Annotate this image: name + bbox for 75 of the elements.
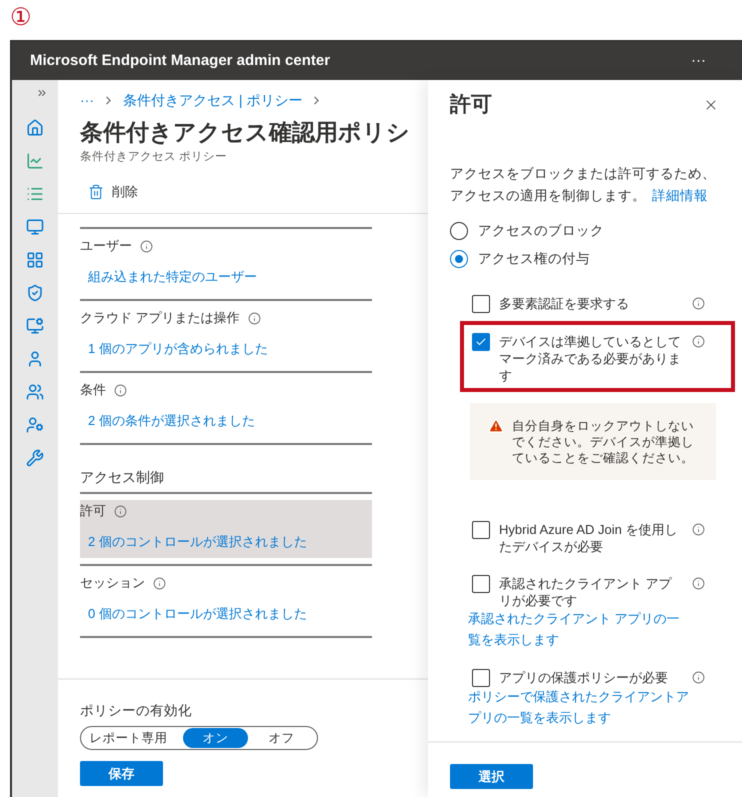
field-label: クラウド アプリまたは操作 [80, 309, 240, 327]
checkbox[interactable] [472, 669, 490, 687]
field-link[interactable]: 1 個のアプリが含められました [88, 339, 268, 359]
option-label: デバイスは準拠しているとしてマーク済みである必要があります [499, 333, 682, 384]
shield-icon[interactable] [26, 284, 44, 302]
tools-icon[interactable] [26, 449, 44, 467]
field-label: 許可 [80, 502, 106, 520]
field-label: セッション [80, 574, 145, 592]
option-link[interactable]: ポリシーで保護されたクライアントアプリの一覧を表示します [468, 686, 690, 728]
info-icon[interactable] [114, 384, 127, 396]
chart-icon[interactable] [26, 152, 44, 170]
field-link[interactable]: 組み込まれた特定のユーザー [88, 267, 257, 287]
page-subtitle: 条件付きアクセス ポリシー [80, 150, 228, 165]
breadcrumb-link[interactable]: 条件付きアクセス | ポリシー [123, 90, 302, 110]
info-icon[interactable] [692, 671, 705, 684]
info-icon[interactable] [692, 297, 705, 310]
field-link[interactable]: 0 個のコントロールが選択されました [88, 604, 307, 624]
check-icon [475, 336, 487, 348]
info-icon[interactable] [692, 577, 705, 590]
more-button[interactable]: ··· [691, 50, 706, 72]
step-number: ① [10, 3, 32, 31]
radio-button[interactable] [450, 250, 468, 268]
radio-button[interactable] [450, 222, 468, 240]
window-title: Microsoft Endpoint Manager admin center [30, 50, 330, 71]
info-icon[interactable] [114, 504, 127, 518]
option-link[interactable]: 承認されたクライアント アプリの一覧を表示します [468, 608, 690, 650]
delete-button[interactable]: 削除 [80, 180, 138, 204]
selected-row[interactable]: 許可 2 個のコントロールが選択されました [80, 500, 372, 558]
list-icon[interactable] [26, 185, 44, 203]
learn-more-link[interactable]: 詳細情報 [652, 188, 708, 203]
expand-icon[interactable] [36, 87, 48, 99]
option-label: アプリの保護ポリシーが必要 [499, 669, 669, 686]
footer-label: ポリシーの有効化 [80, 702, 193, 720]
checkbox[interactable] [472, 333, 490, 351]
warning-text: 自分自身をロックアウトしないでください。デバイスが準拠していることをご確認ください。 [512, 418, 695, 466]
info-icon[interactable] [692, 523, 705, 536]
checkbox[interactable] [472, 521, 490, 539]
monitor-gear-icon[interactable] [26, 317, 44, 335]
row[interactable]: 条件 2 個の条件が選択されました [80, 379, 372, 437]
save-button[interactable]: 保存 [80, 761, 163, 786]
radio-label: アクセスのブロック [478, 222, 604, 240]
option-label: 承認されたクライアント アプリが必要です [499, 575, 673, 609]
section-heading: アクセス制御 [80, 468, 165, 487]
users-icon[interactable] [26, 383, 44, 401]
field-link[interactable]: 2 個のコントロールが選択されました [88, 532, 307, 552]
trash-icon [88, 184, 104, 200]
option-label: 多要素認証を要求する [499, 295, 630, 312]
user-icon[interactable] [26, 350, 44, 368]
checkbox[interactable] [472, 295, 490, 313]
panel-title: 許可 [450, 92, 492, 118]
checkbox[interactable] [472, 575, 490, 593]
segment-option[interactable]: オン [183, 728, 248, 748]
segment-option[interactable]: レポート専用 [83, 728, 174, 748]
radio-label: アクセス権の付与 [478, 250, 590, 268]
home-icon[interactable] [26, 119, 44, 137]
info-icon[interactable] [692, 335, 705, 348]
info-icon[interactable] [140, 240, 153, 252]
info-icon[interactable] [153, 576, 166, 590]
breadcrumb-ellipsis[interactable]: ··· [80, 90, 94, 110]
info-icon[interactable] [248, 312, 261, 324]
grid-icon[interactable] [26, 251, 44, 269]
option-label: Hybrid Azure AD Join を使用したデバイスが必要 [499, 521, 678, 555]
field-link[interactable]: 2 個の条件が選択されました [88, 411, 255, 431]
page-title: 条件付きアクセス確認用ポリシ [80, 118, 411, 147]
select-button[interactable]: 選択 [450, 764, 533, 789]
row[interactable]: ユーザー 組み込まれた特定のユーザー [80, 235, 372, 293]
field-label: 条件 [80, 381, 106, 399]
segment-option[interactable]: オフ [248, 728, 315, 748]
warning-icon [488, 418, 504, 434]
field-label: ユーザー [80, 237, 132, 255]
monitor-icon[interactable] [26, 218, 44, 236]
row[interactable]: クラウド アプリまたは操作 1 個のアプリが含められました [80, 307, 372, 365]
row[interactable]: セッション 0 個のコントロールが選択されました [80, 572, 372, 630]
panel-description: アクセスをブロックまたは許可するため、アクセスの適用を制御します。 詳細情報 [450, 165, 717, 205]
user-gear-icon[interactable] [26, 416, 44, 434]
